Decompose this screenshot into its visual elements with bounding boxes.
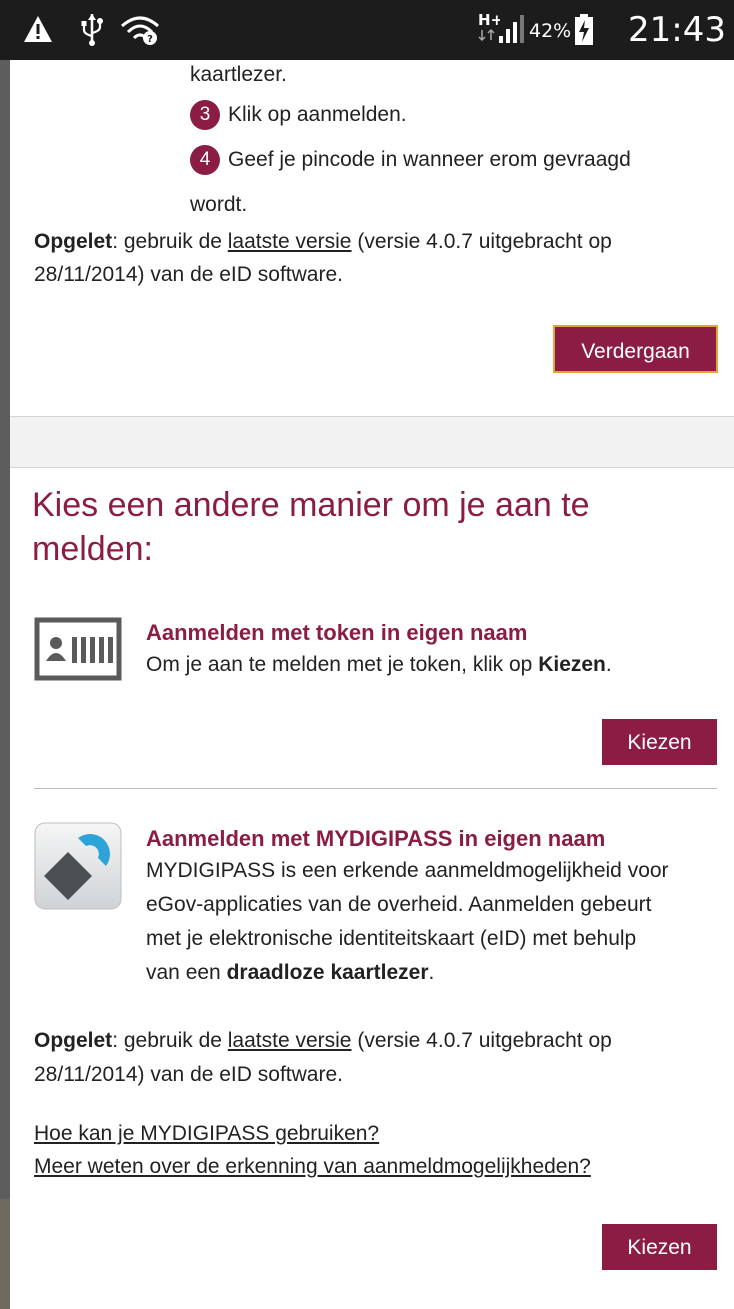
status-bar: ? H+ 42% 21:43 [0, 0, 734, 60]
description-text: . [605, 653, 612, 676]
warning-label: Opgelet [34, 230, 113, 253]
left-frame-edge [0, 0, 10, 1309]
svg-text:?: ? [147, 34, 153, 45]
section-divider [10, 416, 734, 468]
warning-text: (versie 4.0.7 uitgebracht op [351, 1029, 612, 1052]
status-clock: 21:43 [628, 10, 726, 50]
network-hplus-icon: H+ [476, 10, 503, 51]
signal-icon [498, 14, 526, 49]
mydigipass-option-description: MYDIGIPASS is een erkende aanmeldmogelij… [146, 854, 669, 990]
warning-text: : gebruik de [112, 1029, 228, 1052]
battery-charging-icon [574, 14, 594, 51]
howto-mydigipass-link[interactable]: Hoe kan je MYDIGIPASS gebruiken? [34, 1119, 379, 1149]
step-4: 4 Geef je pincode in wanneer erom gevraag… [190, 145, 631, 176]
description-line: MYDIGIPASS is een erkende aanmeldmogelij… [146, 859, 669, 882]
mydigipass-choose-button[interactable]: Kiezen [602, 1224, 717, 1270]
description-line: van een draadloze kaartlezer. [146, 956, 669, 990]
description-bold: draadloze kaartlezer [226, 961, 429, 984]
warning-icon [23, 15, 53, 48]
step-text: Klik op aanmelden. [228, 103, 407, 126]
option-separator [34, 788, 717, 789]
usb-icon [80, 12, 104, 51]
token-choose-button[interactable]: Kiezen [602, 719, 717, 765]
battery-percentage: 42% [529, 20, 572, 42]
heading-line: Kies een andere manier om je aan te [32, 486, 590, 524]
description-text: Om je aan te melden met je token, klik o… [146, 653, 539, 676]
description-bold: Kiezen [538, 653, 606, 676]
step-number-badge: 4 [190, 145, 220, 176]
other-methods-heading: Kies een andere manier om je aan te meld… [32, 483, 692, 571]
warning-text: (versie 4.0.7 uitgebracht op [351, 230, 612, 253]
warning-text: : gebruik de [112, 230, 228, 253]
mydigipass-warning-line-2: 28/11/2014) van de eID software. [34, 1063, 343, 1086]
step-text: Geef je pincode in wanneer erom gevraagd [228, 148, 631, 171]
description-line: eGov-applicaties van de overheid. Aanmel… [146, 893, 652, 916]
mydigipass-warning-line-1: Opgelet: gebruik de laatste versie (vers… [34, 1026, 612, 1056]
id-card-icon [34, 617, 122, 686]
mydigipass-icon [34, 822, 122, 915]
continue-button[interactable]: Verdergaan [553, 325, 718, 373]
page-content: kaartlezer. 3 Klik op aanmelden. 4 Geef je… [10, 60, 734, 1309]
warning-label: Opgelet [34, 1029, 113, 1052]
warning-line-2: 28/11/2014) van de eID software. [34, 263, 343, 286]
step-4-continuation: wordt. [190, 193, 248, 216]
latest-version-link[interactable]: laatste versie [228, 1029, 352, 1052]
heading-line: melden: [32, 530, 153, 568]
step-number-badge: 3 [190, 100, 220, 131]
description-text: . [428, 961, 435, 984]
description-line: met je elektronische identiteitskaart (e… [146, 927, 637, 950]
svg-text:H+: H+ [478, 11, 500, 29]
wifi-icon: ? [120, 14, 160, 51]
step-3: 3 Klik op aanmelden. [190, 100, 407, 131]
token-option-title[interactable]: Aanmelden met token in eigen naam [146, 618, 527, 648]
description-text: van een [146, 961, 227, 984]
warning-line-1: Opgelet: gebruik de laatste versie (vers… [34, 227, 612, 257]
latest-version-link[interactable]: laatste versie [228, 230, 352, 253]
mydigipass-option-title[interactable]: Aanmelden met MYDIGIPASS in eigen naam [146, 824, 605, 854]
step-continuation-text: kaartlezer. [190, 63, 287, 86]
token-option-description: Om je aan te melden met je token, klik o… [146, 648, 612, 682]
recognition-info-link[interactable]: Meer weten over de erkenning van aanmeld… [34, 1152, 591, 1182]
